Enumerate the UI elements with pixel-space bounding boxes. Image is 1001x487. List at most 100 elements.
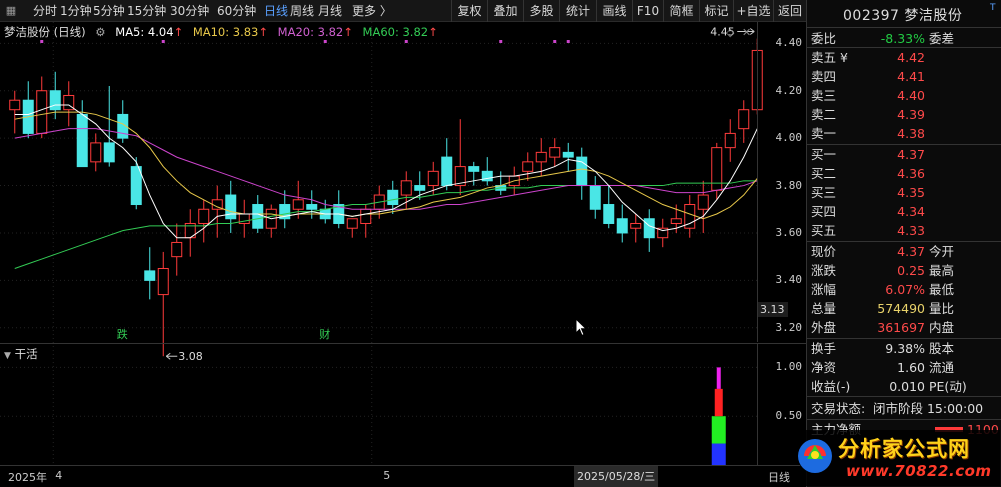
weicha-label: 委差 [929, 31, 955, 46]
stat2-label-2: PE(动) [929, 379, 967, 394]
candle-body[interactable] [36, 90, 48, 134]
status-row: 交易状态: 闭市阶段 15:00:00 [807, 399, 1001, 418]
ask-row: 卖二 4.39 [807, 105, 1001, 124]
ma20-label: MA20: 3.82 [277, 25, 344, 39]
bid-row: 买五 4.33 [807, 221, 1001, 240]
event-marker-1[interactable]: 跌 [117, 327, 128, 341]
candle-body[interactable] [711, 147, 723, 191]
signal-marker [404, 40, 408, 43]
stat2-label-2: 流通 [929, 360, 955, 375]
candle-body[interactable] [414, 185, 426, 191]
candle-body[interactable] [144, 270, 156, 281]
candle-body[interactable] [441, 156, 453, 187]
stat-label: 总量 [811, 301, 837, 316]
stat-value: 0.25 [897, 263, 925, 278]
indicator-pane[interactable] [0, 343, 806, 465]
event-marker-2[interactable]: 财 [319, 327, 330, 341]
candle-body[interactable] [90, 142, 102, 163]
candle-body[interactable] [468, 166, 480, 172]
stat-value: 574490 [877, 301, 925, 316]
stock-code-name[interactable]: 002397 梦洁股份 [843, 5, 962, 25]
candle-body[interactable] [670, 218, 682, 224]
stat2-label: 净资 [811, 360, 837, 375]
stat2-value: 1.60 [897, 360, 925, 375]
stat-value: 361697 [877, 320, 925, 335]
indicator-name: 干活 [14, 347, 38, 361]
ma10-label: MA10: 3.83 [192, 25, 259, 39]
bid-row: 买二 4.36 [807, 164, 1001, 183]
ma5-label: MA5: 4.04 [115, 25, 174, 39]
weibi-value: -8.33% [880, 31, 925, 46]
candle-body[interactable] [76, 113, 88, 168]
stat-label-2: 最高 [929, 263, 955, 278]
candle-body[interactable] [589, 185, 601, 210]
watermark-title: 分析家公式网 [838, 437, 970, 461]
candle-body[interactable] [535, 151, 547, 163]
candle-body[interactable] [724, 132, 736, 149]
candle-body[interactable] [157, 268, 169, 296]
candle-body[interactable] [360, 208, 372, 224]
stat-row: 现价 4.37 今开 [807, 242, 1001, 261]
candle-body[interactable] [49, 90, 61, 111]
ma10-arrow-icon: ↑ [258, 25, 269, 39]
candle-body[interactable] [9, 99, 21, 111]
ask-row: 卖四 4.41 [807, 67, 1001, 86]
ask-row: 卖三 4.40 [807, 86, 1001, 105]
candle-body[interactable] [562, 151, 574, 158]
candle-body[interactable] [292, 199, 304, 210]
collapse-icon[interactable]: ▼ [4, 351, 11, 361]
settings-icon[interactable]: ⚙ [95, 25, 105, 39]
ask-label: 卖三 [811, 88, 837, 103]
candle-body[interactable] [103, 142, 115, 163]
stat2-row: 换手 9.38% 股本 [807, 339, 1001, 358]
ask-price: 4.39 [897, 107, 925, 122]
candle-body[interactable] [630, 222, 642, 229]
candle-body[interactable] [738, 109, 750, 130]
ma60-label: MA60: 3.82 [362, 25, 429, 39]
diamond-icon[interactable]: ◇ [726, 26, 734, 39]
candle-body[interactable] [643, 218, 655, 239]
candle-body[interactable] [130, 166, 142, 206]
candle-body[interactable] [427, 170, 439, 187]
ma-legend: 梦洁股份 (日线) ⚙ MA5: 4.04↑ MA10: 3.83↑ MA20:… [4, 24, 444, 39]
bid-label: 买一 [811, 147, 837, 162]
ma20-arrow-icon: ↑ [343, 25, 353, 39]
stat-value: 6.07% [885, 282, 925, 297]
signal-marker [499, 40, 503, 43]
stock-mark-badge: T [990, 3, 996, 13]
candle-body[interactable] [252, 204, 264, 229]
candle-body[interactable] [616, 218, 628, 234]
price-tick-label: 4.40 [775, 36, 803, 50]
ma60-arrow-icon: ↑ [428, 25, 438, 39]
candle-body[interactable] [306, 204, 318, 210]
candle-body[interactable] [697, 194, 709, 210]
candle-body[interactable] [603, 204, 615, 224]
divider [807, 396, 1001, 397]
candle-body[interactable] [387, 189, 399, 206]
watermark-url: www.70822.com [846, 462, 992, 480]
indicator-title: ▼ 干活 [4, 346, 38, 362]
stat-label: 外盘 [811, 320, 837, 335]
candle-body[interactable] [549, 147, 561, 158]
candle-body[interactable] [400, 180, 412, 196]
close-icon[interactable]: ✕ [742, 26, 751, 39]
stat-label-2: 今开 [929, 244, 955, 259]
stat2-label-2: 股本 [929, 341, 955, 356]
candle-body[interactable] [346, 218, 358, 229]
bid-price: 4.37 [897, 147, 925, 162]
signal-marker [40, 40, 44, 43]
bid-price: 4.33 [897, 223, 925, 238]
stat-label-2: 内盘 [929, 320, 955, 335]
stat-row: 涨幅 6.07% 最低 [807, 280, 1001, 299]
date-axis: 2025年 4 5 2025/05/28/三 日线 [0, 465, 806, 487]
price-tick-label: 4.20 [775, 83, 803, 97]
price-tick-label: 4.00 [775, 131, 803, 145]
bid-price: 4.35 [897, 185, 925, 200]
candle-body[interactable] [198, 208, 210, 224]
candle-body[interactable] [171, 241, 183, 258]
stat-label: 涨跌 [811, 263, 837, 278]
candle-body[interactable] [522, 161, 534, 172]
candle-body[interactable] [225, 194, 237, 220]
signal-marker [161, 40, 165, 43]
bid-label: 买三 [811, 185, 837, 200]
